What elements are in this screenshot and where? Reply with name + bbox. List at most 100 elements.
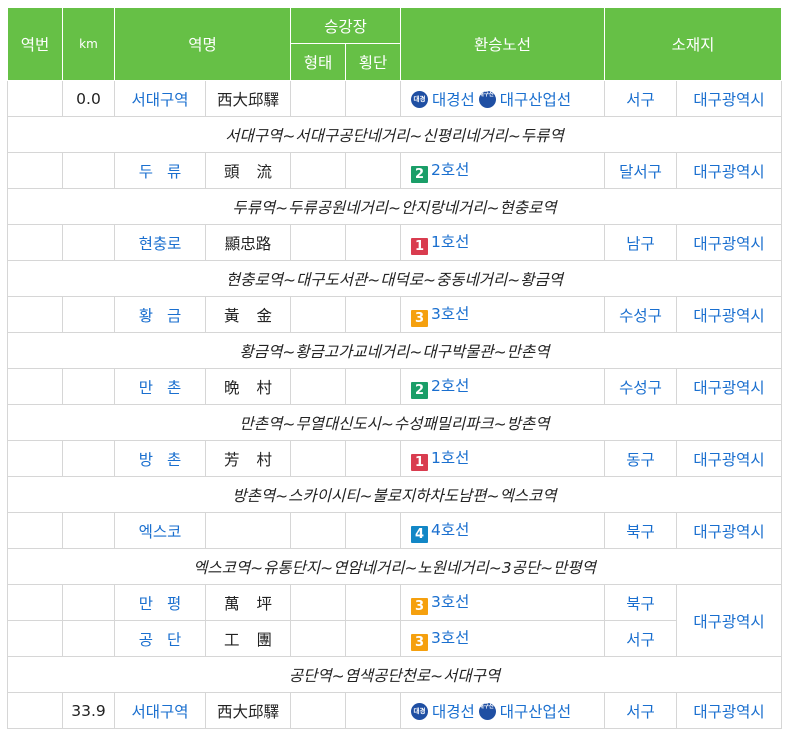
platform-cross	[345, 152, 401, 189]
station-row: 0.0서대구역西大邱驛대경대경선대구산업대구산업선서구대구광역시	[7, 80, 782, 117]
station-row: 두류 頭流 2 2호선 달서구 대구광역시	[7, 152, 782, 189]
station-name[interactable]: 현충로	[139, 235, 182, 253]
transfer-line-link[interactable]: 대경선	[432, 703, 475, 721]
platform-cross	[345, 584, 401, 621]
station-km	[62, 296, 115, 333]
station-name-link[interactable]: 황금	[114, 296, 206, 333]
district-link[interactable]: 남구	[604, 224, 677, 261]
station-name-link[interactable]: 현충로	[114, 224, 206, 261]
platform-cross	[345, 620, 401, 657]
transfer-line-link[interactable]: 3호선	[431, 305, 469, 323]
district-link[interactable]: 서구	[604, 692, 677, 729]
transfer-line-link[interactable]: 1호선	[431, 449, 469, 467]
station-km: 0.0	[62, 80, 115, 117]
station-name[interactable]: 서대구역	[131, 91, 188, 109]
line-3-icon: 3	[411, 634, 428, 651]
station-name-link[interactable]: 엑스코	[114, 512, 206, 549]
station-name-link[interactable]: 만평	[114, 584, 206, 621]
station-row: 공단 工團 3 3호선 서구	[7, 620, 782, 657]
transfer-line-link[interactable]: 3호선	[431, 593, 469, 611]
station-name[interactable]: 엑스코	[139, 523, 182, 541]
segment-description: 서대구역~서대구공단네거리~신평리네거리~두류역	[7, 116, 782, 153]
transfer-line-link[interactable]: 3호선	[431, 629, 469, 647]
city-link[interactable]: 대구광역시	[676, 224, 782, 261]
station-name[interactable]: 공단	[125, 631, 195, 649]
station-name[interactable]: 방촌	[125, 451, 195, 469]
district-link[interactable]: 서구	[604, 80, 677, 117]
city-link[interactable]: 대구광역시	[676, 296, 782, 333]
station-hanja: 黃金	[223, 306, 290, 325]
station-hanja: 萬坪	[223, 594, 290, 613]
district-link[interactable]: 수성구	[604, 368, 677, 405]
daegyeong-line-icon: 대경	[411, 702, 428, 720]
station-name-link[interactable]: 서대구역	[114, 80, 206, 117]
district-link[interactable]: 북구	[604, 584, 677, 621]
district-link[interactable]: 수성구	[604, 296, 677, 333]
station-name[interactable]: 두류	[125, 163, 195, 181]
platform-form	[290, 368, 346, 405]
transfer-line-link[interactable]: 1호선	[431, 233, 469, 251]
line-1-icon: 1	[411, 238, 428, 255]
station-row: 만촌 晩村 2 2호선 수성구 대구광역시	[7, 368, 782, 405]
station-hanja-cell: 黃金	[205, 296, 291, 333]
station-km	[62, 440, 115, 477]
station-name-link[interactable]: 공단	[114, 620, 206, 657]
station-hanja: 西大邱驛	[216, 702, 279, 721]
transfer-line-link[interactable]: 대경선	[432, 91, 475, 109]
transfer-line-link[interactable]: 2호선	[431, 377, 469, 395]
platform-cross	[345, 80, 401, 117]
city-link[interactable]: 대구광역시	[676, 440, 782, 477]
district-link[interactable]: 북구	[604, 512, 677, 549]
platform-form	[290, 440, 346, 477]
platform-form	[290, 512, 346, 549]
transfer-lines: 4 4호선	[400, 512, 605, 549]
transfer-line-link[interactable]: 4호선	[431, 521, 469, 539]
district-link[interactable]: 서구	[604, 620, 677, 657]
station-row: 방촌 芳村 1 1호선 동구 대구광역시	[7, 440, 782, 477]
segment-row: 엑스코역~유통단지~연암네거리~노원네거리~3공단~만평역	[7, 548, 782, 585]
station-name[interactable]: 만평	[125, 595, 195, 613]
header-station-name: 역명	[114, 7, 291, 81]
district-link[interactable]: 동구	[604, 440, 677, 477]
transfer-line-link[interactable]: 2호선	[431, 161, 469, 179]
station-hanja: 顯忠路	[224, 234, 272, 253]
station-name-link[interactable]: 서대구역	[114, 692, 206, 729]
station-name[interactable]: 황금	[125, 307, 195, 325]
station-hanja: 工團	[223, 630, 290, 649]
transfer-lines: 3 3호선	[400, 584, 605, 621]
platform-form	[290, 224, 346, 261]
city-link[interactable]: 대구광역시	[676, 152, 782, 189]
station-name-link[interactable]: 방촌	[114, 440, 206, 477]
station-name-link[interactable]: 만촌	[114, 368, 206, 405]
transfer-lines: 대경대경선대구산업대구산업선	[400, 80, 605, 117]
station-no	[7, 692, 63, 729]
segment-row: 만촌역~무열대신도시~수성패밀리파크~방촌역	[7, 404, 782, 441]
platform-cross	[345, 296, 401, 333]
station-km	[62, 152, 115, 189]
station-no	[7, 368, 63, 405]
transfer-lines: 1 1호선	[400, 440, 605, 477]
segment-row: 공단역~염색공단천로~서대구역	[7, 656, 782, 693]
city-link[interactable]: 대구광역시	[676, 368, 782, 405]
station-row: 만평 萬坪 3 3호선 북구 대구광역시	[7, 584, 782, 657]
station-hanja-cell: 西大邱驛	[205, 692, 291, 729]
platform-cross	[345, 224, 401, 261]
station-hanja: 晩村	[223, 378, 290, 397]
transfer-line-link[interactable]: 대구산업선	[500, 703, 571, 721]
station-name[interactable]: 서대구역	[131, 703, 188, 721]
city-link[interactable]: 대구광역시	[676, 80, 782, 117]
district-link[interactable]: 달서구	[604, 152, 677, 189]
station-hanja-cell: 芳村	[205, 440, 291, 477]
daegyeong-line-icon: 대경	[411, 90, 428, 108]
station-name-link[interactable]: 두류	[114, 152, 206, 189]
line-2-icon: 2	[411, 382, 428, 399]
platform-cross	[345, 692, 401, 729]
platform-form	[290, 152, 346, 189]
city-link[interactable]: 대구광역시	[676, 692, 782, 729]
platform-form	[290, 584, 346, 621]
station-name[interactable]: 만촌	[125, 379, 195, 397]
city-link[interactable]: 대구광역시	[676, 512, 782, 549]
segment-description: 황금역~황금고가교네거리~대구박물관~만촌역	[7, 332, 782, 369]
transfer-line-link[interactable]: 대구산업선	[500, 91, 571, 109]
city-link[interactable]: 대구광역시	[676, 584, 782, 657]
